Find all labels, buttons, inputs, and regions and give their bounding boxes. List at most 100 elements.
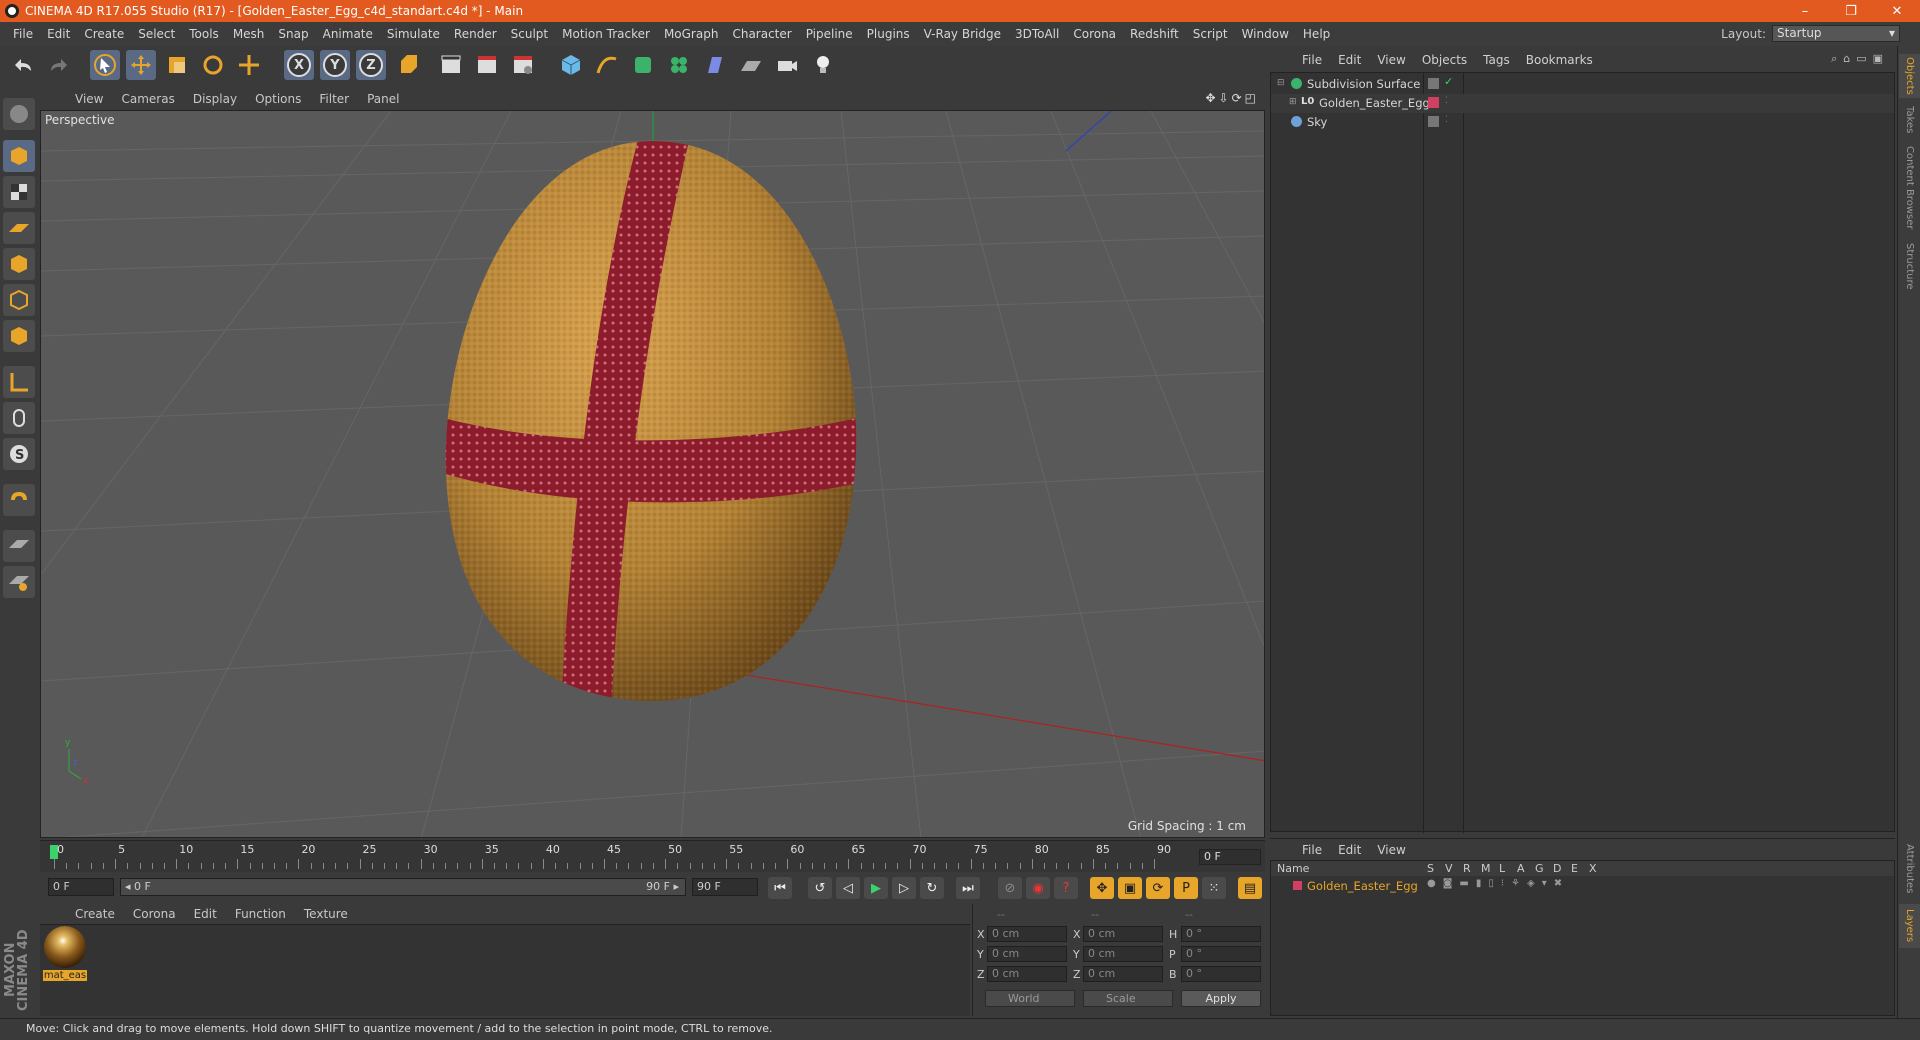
undo-icon[interactable] (8, 50, 38, 80)
redo-icon[interactable] (44, 50, 74, 80)
menu-file[interactable]: File (6, 27, 40, 41)
workplane-snap-icon[interactable] (3, 566, 35, 598)
menu-character[interactable]: Character (725, 27, 798, 41)
axis-mode-icon[interactable] (3, 366, 35, 398)
size-x-field[interactable]: 0 cm (1083, 926, 1163, 942)
viewport-menu-filter[interactable]: Filter (310, 92, 358, 106)
viewport-menu-options[interactable]: Options (246, 92, 310, 106)
tab-structure[interactable]: Structure (1899, 238, 1920, 294)
object-row-golden-easter-egg[interactable]: ⊞ L0 Golden_Easter_Egg ⁚ (1271, 94, 1894, 113)
edges-mode-icon[interactable] (3, 284, 35, 316)
material-menu-corona[interactable]: Corona (124, 907, 185, 921)
start-frame-field[interactable]: 0 F (48, 878, 114, 896)
menu-mesh[interactable]: Mesh (226, 27, 272, 41)
rotation-b-field[interactable]: 0 ° (1181, 966, 1261, 982)
tab-layers[interactable]: Layers (1899, 904, 1920, 948)
next-key-icon[interactable]: ↻ (920, 877, 944, 899)
object-menu-tags[interactable]: Tags (1475, 53, 1518, 67)
position-z-field[interactable]: 0 cm (987, 966, 1067, 982)
visibility-dots-icon[interactable]: ⁚ (1445, 115, 1448, 125)
workplane-mode-icon[interactable] (3, 212, 35, 244)
subdivision-surface-icon[interactable] (628, 50, 658, 80)
key-scale-icon[interactable]: ▣ (1118, 877, 1142, 899)
x-axis-lock-icon[interactable]: X (284, 50, 314, 80)
record-keys-icon[interactable]: ⊘ (998, 877, 1022, 899)
object-row-subdivision-surface[interactable]: ⊟ Subdivision Surface ✓ (1271, 75, 1894, 94)
golden-easter-egg-model[interactable] (436, 136, 866, 711)
menu-simulate[interactable]: Simulate (380, 27, 447, 41)
z-axis-lock-icon[interactable]: Z (356, 50, 386, 80)
material-menu-edit[interactable]: Edit (185, 907, 226, 921)
layer-row-golden-easter-egg[interactable]: Golden_Easter_Egg ●◙▬▮▯⁝⚘◈▾✖ (1271, 878, 1894, 896)
next-frame-icon[interactable]: ▷ (892, 877, 916, 899)
previous-key-icon[interactable]: ↺ (808, 877, 832, 899)
render-view-icon[interactable] (436, 50, 466, 80)
tweak-mode-icon[interactable] (3, 402, 35, 434)
material-menu-texture[interactable]: Texture (295, 907, 357, 921)
polygons-mode-icon[interactable] (3, 320, 35, 352)
layer-menu-view[interactable]: View (1369, 843, 1413, 857)
viewport-menu-view[interactable]: View (66, 92, 112, 106)
object-menu-edit[interactable]: Edit (1330, 53, 1369, 67)
layer-color-swatch[interactable] (1293, 881, 1302, 890)
size-z-field[interactable]: 0 cm (1083, 966, 1163, 982)
material-swatch[interactable]: mat_eas (43, 926, 87, 984)
layer-menu-edit[interactable]: Edit (1330, 843, 1369, 857)
key-point-level-icon[interactable]: ⁙ (1202, 877, 1226, 899)
menu-mograph[interactable]: MoGraph (657, 27, 726, 41)
object-menu-file[interactable]: File (1294, 53, 1330, 67)
close-button[interactable]: ✕ (1874, 0, 1920, 22)
tab-takes[interactable]: Takes (1899, 102, 1920, 138)
texture-mode-icon[interactable] (3, 176, 35, 208)
cloner-icon[interactable] (664, 50, 694, 80)
collapse-icon[interactable]: ⊟ (1277, 78, 1285, 88)
workplane-lock-icon[interactable] (3, 530, 35, 562)
model-mode-icon[interactable] (3, 140, 35, 172)
frame-range-slider[interactable]: ◂ 0 F 90 F ▸ (120, 878, 686, 896)
menu-3dtoall[interactable]: 3DToAll (1008, 27, 1066, 41)
go-to-end-icon[interactable]: ⏭ (956, 877, 980, 899)
selection-arrow-icon[interactable] (90, 50, 120, 80)
render-settings-icon[interactable] (508, 50, 538, 80)
material-menu-create[interactable]: Create (66, 907, 124, 921)
solo-icon[interactable]: S (3, 438, 35, 470)
menu-render[interactable]: Render (447, 27, 504, 41)
menu-corona[interactable]: Corona (1066, 27, 1123, 41)
key-parameter-icon[interactable]: P (1174, 877, 1198, 899)
minimize-button[interactable]: – (1782, 0, 1828, 22)
menu-window[interactable]: Window (1235, 27, 1296, 41)
menu-select[interactable]: Select (131, 27, 182, 41)
tab-attributes[interactable]: Attributes (1899, 838, 1920, 900)
menu-script[interactable]: Script (1186, 27, 1235, 41)
menu-create[interactable]: Create (77, 27, 131, 41)
spline-pen-icon[interactable] (592, 50, 622, 80)
viewport-menu-panel[interactable]: Panel (358, 92, 408, 106)
camera-icon[interactable] (772, 50, 802, 80)
viewport-menu-display[interactable]: Display (184, 92, 246, 106)
visibility-dots-icon[interactable]: ⁚ (1445, 96, 1448, 106)
play-icon[interactable]: ▶ (864, 877, 888, 899)
size-y-field[interactable]: 0 cm (1083, 946, 1163, 962)
menu-motion-tracker[interactable]: Motion Tracker (555, 27, 657, 41)
viewport-navigation-icons[interactable]: ✥⇩⟳◰ (1205, 91, 1259, 105)
cube-primitive-icon[interactable] (556, 50, 586, 80)
enabled-check-icon[interactable]: ✓ (1444, 75, 1453, 88)
tab-content-browser[interactable]: Content Browser (1899, 142, 1920, 234)
layer-color-icon[interactable] (1428, 97, 1439, 108)
apply-button[interactable]: Apply (1181, 990, 1261, 1007)
viewport-menu-cameras[interactable]: Cameras (112, 92, 183, 106)
position-y-field[interactable]: 0 cm (987, 946, 1067, 962)
layer-flag-icons[interactable]: ●◙▬▮▯⁝⚘◈▾✖ (1427, 878, 1569, 889)
menu-snap[interactable]: Snap (271, 27, 315, 41)
timeline-window-icon[interactable]: ▤ (1238, 877, 1262, 899)
rotation-h-field[interactable]: 0 ° (1181, 926, 1261, 942)
end-frame-field[interactable]: 90 F (692, 878, 758, 896)
rotate-tool-icon[interactable] (198, 50, 228, 80)
material-menu-function[interactable]: Function (226, 907, 295, 921)
key-rotation-icon[interactable]: ⟳ (1146, 877, 1170, 899)
coordinate-mode-dropdown[interactable]: World (985, 990, 1075, 1007)
y-axis-lock-icon[interactable]: Y (320, 50, 350, 80)
rotation-p-field[interactable]: 0 ° (1181, 946, 1261, 962)
floor-icon[interactable] (736, 50, 766, 80)
object-manager-tools-icons[interactable]: ⌕⌂▭▣ (1831, 52, 1889, 66)
